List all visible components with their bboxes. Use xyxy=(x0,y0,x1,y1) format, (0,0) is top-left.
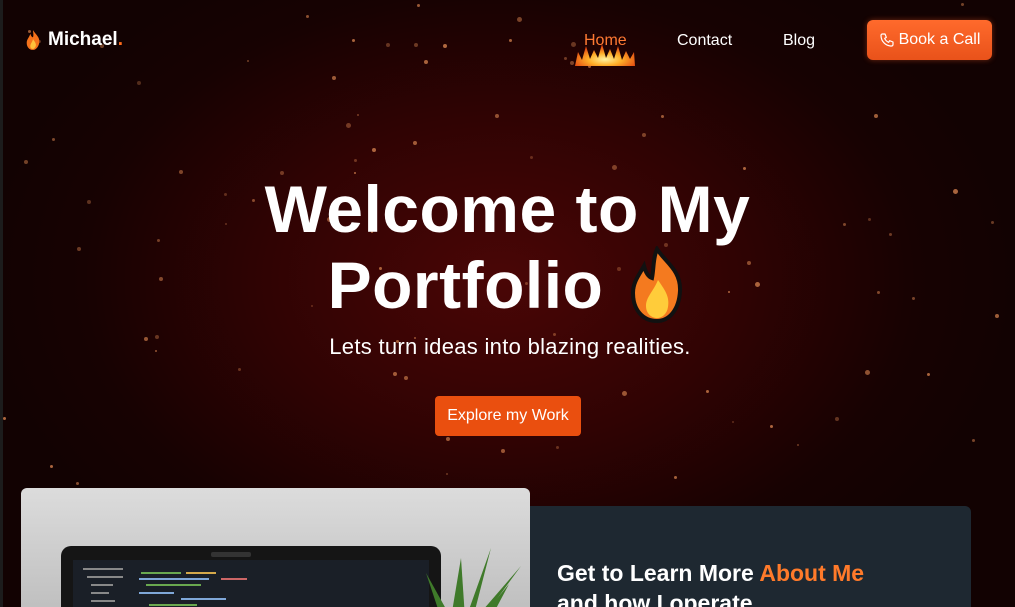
ember-dot xyxy=(443,44,447,48)
headline-line-1: Welcome to My xyxy=(264,172,751,246)
ember-dot xyxy=(495,114,499,118)
ember-dot xyxy=(874,114,878,118)
ember-dot xyxy=(357,114,359,116)
ember-dot xyxy=(622,391,627,396)
window-edge xyxy=(0,0,3,607)
ember-dot xyxy=(159,277,163,281)
book-a-call-button[interactable]: Book a Call xyxy=(867,20,992,60)
ember-dot xyxy=(530,156,533,159)
ember-dot xyxy=(912,297,915,300)
ember-dot xyxy=(877,291,880,294)
ember-dot xyxy=(706,390,709,393)
ember-dot xyxy=(404,376,408,380)
ember-dot xyxy=(137,81,141,85)
ember-dot xyxy=(661,115,664,118)
hero-tagline: Lets turn ideas into blazing realities. xyxy=(329,334,691,359)
ember-dot xyxy=(770,425,773,428)
ember-dot xyxy=(386,43,390,47)
nav-link-home[interactable]: Home xyxy=(584,32,627,50)
ember-dot xyxy=(835,417,839,421)
ember-dot xyxy=(238,368,241,371)
ember-dot xyxy=(642,133,646,137)
ember-dot xyxy=(889,233,892,236)
ember-dot xyxy=(3,417,6,420)
headline-line-2: Portfolio xyxy=(327,248,604,322)
ember-dot xyxy=(501,449,505,453)
ember-dot xyxy=(77,247,81,251)
ember-dot xyxy=(732,421,734,423)
ember-dot xyxy=(927,373,930,376)
ember-dot xyxy=(556,446,559,449)
nav-link-blog[interactable]: Blog xyxy=(783,32,815,50)
book-a-call-label: Book a Call xyxy=(898,31,981,48)
logo[interactable]: Michael. xyxy=(24,29,123,51)
large-flame-icon xyxy=(631,246,683,324)
laptop-photo xyxy=(21,488,530,607)
ember-dot xyxy=(995,314,999,318)
ember-dot xyxy=(868,218,871,221)
ember-dot xyxy=(612,165,617,170)
ember-dot xyxy=(797,444,799,446)
about-title-prefix: Get to Learn More xyxy=(557,560,760,586)
logo-text: Michael. xyxy=(48,29,123,50)
explore-work-button[interactable]: Explore my Work xyxy=(435,396,581,436)
laptop-illustration xyxy=(61,546,521,607)
ember-dot xyxy=(843,223,846,226)
flame-icon xyxy=(26,30,40,50)
ember-dot xyxy=(24,160,28,164)
nav-link-contact[interactable]: Contact xyxy=(677,32,732,50)
ember-dot xyxy=(509,39,512,42)
about-card: Get to Learn More About Me and how I ope… xyxy=(530,506,971,607)
ember-dot xyxy=(76,482,79,485)
ember-dot xyxy=(961,3,964,6)
ember-dot xyxy=(953,189,958,194)
ember-dot xyxy=(247,60,249,62)
ember-dot xyxy=(372,148,376,152)
hero-headline: Welcome to My Portfolio xyxy=(180,172,835,324)
ember-dot xyxy=(564,57,567,60)
ember-dot xyxy=(157,239,160,242)
ember-dot xyxy=(52,138,55,141)
explore-work-label: Explore my Work xyxy=(447,407,569,424)
headline-line-2-wrap: Portfolio xyxy=(328,246,688,324)
about-title-line2: and how I operate xyxy=(557,590,753,607)
ember-dot xyxy=(865,370,870,375)
ember-dot xyxy=(972,439,975,442)
ember-dot xyxy=(144,337,148,341)
ember-dot xyxy=(393,372,397,376)
ember-dot xyxy=(346,123,351,128)
ember-dot xyxy=(413,141,417,145)
ember-dot xyxy=(424,60,428,64)
ember-dot xyxy=(517,17,522,22)
about-title-accent: About Me xyxy=(759,560,865,586)
about-title: Get to Learn More About Me and how I ope… xyxy=(557,558,957,607)
ember-dot xyxy=(352,39,355,42)
ember-dot xyxy=(674,476,677,479)
ember-dot xyxy=(155,350,157,352)
ember-dot xyxy=(306,15,309,18)
ember-dot xyxy=(354,159,357,162)
ember-dot xyxy=(87,200,91,204)
ember-dot xyxy=(332,76,336,80)
ember-dot xyxy=(446,437,450,441)
ember-dot xyxy=(417,4,420,7)
phone-icon xyxy=(879,33,894,47)
ember-dot xyxy=(50,465,53,468)
ember-dot xyxy=(991,221,994,224)
ember-dot xyxy=(414,43,418,47)
ember-dot xyxy=(743,167,746,170)
ember-dot xyxy=(446,473,448,475)
ember-dot xyxy=(155,335,159,339)
